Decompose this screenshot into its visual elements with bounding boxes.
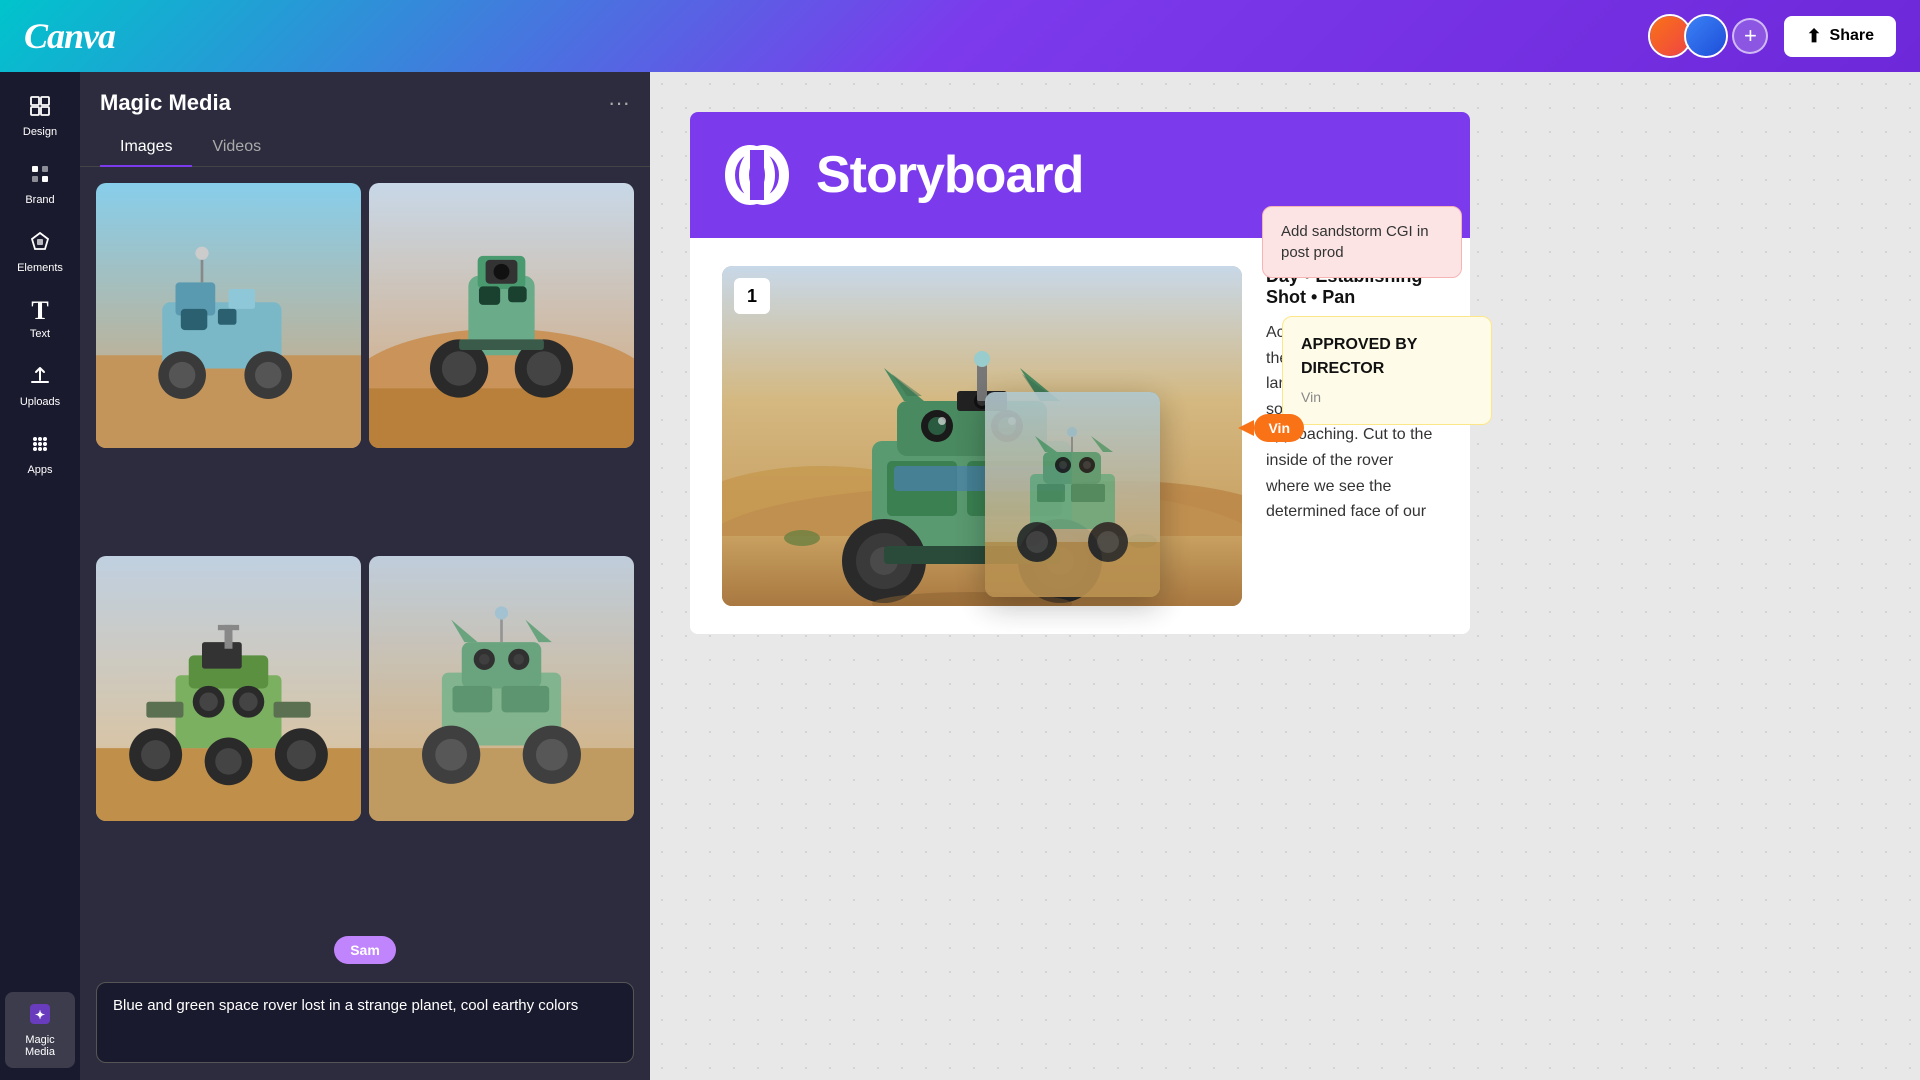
sidebar-item-magic-media[interactable]: ✦ Magic Media xyxy=(5,992,75,1068)
scene-image xyxy=(722,266,1242,606)
annotation-approved-title: APPROVED BY DIRECTOR xyxy=(1301,333,1473,381)
share-button[interactable]: ⬆ Share xyxy=(1784,16,1896,57)
prompt-input[interactable]: Blue and green space rover lost in a str… xyxy=(96,982,634,1063)
vin-cursor-arrow xyxy=(1238,420,1254,436)
annotation-approved-author: Vin xyxy=(1301,387,1473,408)
magic-media-icon: ✦ xyxy=(28,1002,52,1030)
text-icon: T xyxy=(31,298,48,324)
sidebar-item-apps-label: Apps xyxy=(27,464,52,476)
tab-videos[interactable]: Videos xyxy=(192,128,281,166)
main-layout: Design Brand Elements T Text Uploads xyxy=(0,72,1920,1080)
scene-number: 1 xyxy=(734,278,770,314)
annotation-sandstorm-text: Add sandstorm CGI in post prod xyxy=(1281,223,1429,261)
image-thumb-1[interactable] xyxy=(96,183,361,448)
sidebar-item-elements[interactable]: Elements xyxy=(5,220,75,284)
panel: Magic Media ··· Images Videos xyxy=(80,72,650,1080)
avatar-2 xyxy=(1684,14,1728,58)
vin-cursor: Vin xyxy=(1254,414,1304,442)
dragged-image[interactable] xyxy=(985,392,1160,597)
sidebar-item-apps[interactable]: Apps xyxy=(5,422,75,486)
sam-cursor: Sam xyxy=(334,936,396,964)
tab-images[interactable]: Images xyxy=(100,128,192,166)
svg-text:✦: ✦ xyxy=(35,1008,45,1022)
sidebar-item-text[interactable]: T Text xyxy=(5,288,75,350)
sidebar-item-design-label: Design xyxy=(23,126,57,138)
header-right: + ⬆ Share xyxy=(1648,14,1896,58)
sidebar-item-brand-label: Brand xyxy=(25,194,54,206)
prompt-area: Blue and green space rover lost in a str… xyxy=(80,970,650,1080)
annotation-approved: APPROVED BY DIRECTOR Vin xyxy=(1282,316,1492,425)
sidebar-item-text-label: Text xyxy=(30,328,50,340)
avatars-group: + xyxy=(1648,14,1768,58)
add-collaborator-button[interactable]: + xyxy=(1732,18,1768,54)
sidebar-item-design[interactable]: Design xyxy=(5,84,75,148)
elements-icon xyxy=(28,230,52,258)
apps-icon xyxy=(28,432,52,460)
panel-menu-button[interactable]: ··· xyxy=(608,92,630,114)
design-icon xyxy=(28,94,52,122)
canvas-area: Storyboard 1 xyxy=(650,72,1920,1080)
uploads-icon xyxy=(28,364,52,392)
image-grid xyxy=(80,167,650,936)
share-label: Share xyxy=(1830,27,1874,45)
image-thumb-2[interactable] xyxy=(369,183,634,448)
image-thumb-3[interactable] xyxy=(96,556,361,821)
sidebar-item-magic-media-label: Magic Media xyxy=(13,1034,67,1058)
storyboard-logo-icon xyxy=(722,140,792,210)
sidebar-item-elements-label: Elements xyxy=(17,262,63,274)
storyboard-title: Storyboard xyxy=(816,145,1083,205)
panel-header: Magic Media ··· xyxy=(80,72,650,128)
share-upload-icon: ⬆ xyxy=(1806,26,1821,47)
sidebar-item-uploads-label: Uploads xyxy=(20,396,60,408)
panel-tabs: Images Videos xyxy=(80,128,650,167)
sidebar-item-brand[interactable]: Brand xyxy=(5,152,75,216)
canva-logo: Canva xyxy=(24,15,115,57)
left-sidebar: Design Brand Elements T Text Uploads xyxy=(0,72,80,1080)
drag-overlay xyxy=(369,556,634,821)
sidebar-item-uploads[interactable]: Uploads xyxy=(5,354,75,418)
header: Canva + ⬆ Share xyxy=(0,0,1920,72)
panel-title: Magic Media xyxy=(100,90,231,116)
brand-icon xyxy=(28,162,52,190)
scene-image-wrap: 1 xyxy=(722,266,1242,606)
annotation-sandstorm: Add sandstorm CGI in post prod xyxy=(1262,206,1462,278)
image-thumb-4[interactable] xyxy=(369,556,634,821)
